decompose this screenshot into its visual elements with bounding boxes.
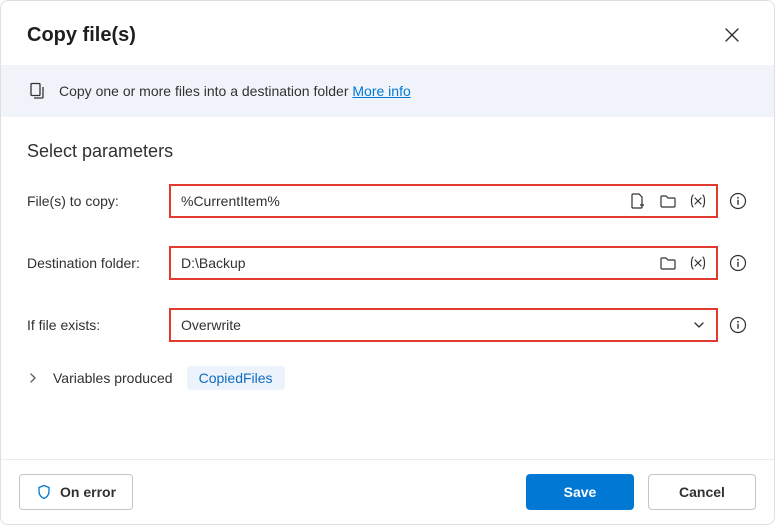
field-destination: Destination folder: xyxy=(27,246,748,280)
if-exists-value: Overwrite xyxy=(181,317,241,333)
close-icon xyxy=(725,28,739,42)
on-error-button[interactable]: On error xyxy=(19,474,133,510)
chevron-right-icon[interactable] xyxy=(27,372,39,384)
files-to-copy-input-wrap xyxy=(169,184,718,218)
copy-files-dialog: Copy file(s) Copy one or more files into… xyxy=(0,0,775,525)
dialog-header: Copy file(s) xyxy=(1,1,774,65)
cancel-button[interactable]: Cancel xyxy=(648,474,756,510)
close-button[interactable] xyxy=(716,19,748,51)
field-if-exists: If file exists: Overwrite xyxy=(27,308,748,342)
select-file-icon[interactable] xyxy=(628,191,648,211)
variables-label: Variables produced xyxy=(53,370,173,386)
destination-input-wrap xyxy=(169,246,718,280)
variable-chip[interactable]: CopiedFiles xyxy=(187,366,285,390)
info-icon[interactable] xyxy=(728,253,748,273)
if-exists-label: If file exists: xyxy=(27,317,169,333)
destination-input[interactable] xyxy=(181,255,658,271)
if-exists-select[interactable]: Overwrite xyxy=(169,308,718,342)
copy-icon xyxy=(27,81,47,101)
section-title: Select parameters xyxy=(27,141,748,162)
folder-icon[interactable] xyxy=(658,253,678,273)
info-icon[interactable] xyxy=(728,315,748,335)
save-button[interactable]: Save xyxy=(526,474,634,510)
shield-icon xyxy=(36,484,52,500)
variable-icon[interactable] xyxy=(688,191,708,211)
files-to-copy-input[interactable] xyxy=(181,193,628,209)
variables-row: Variables produced CopiedFiles xyxy=(27,366,748,390)
more-info-link[interactable]: More info xyxy=(352,83,410,99)
dialog-body: Select parameters File(s) to copy: xyxy=(1,117,774,459)
dialog-title: Copy file(s) xyxy=(27,24,136,47)
dialog-footer: On error Save Cancel xyxy=(1,459,774,524)
chevron-down-icon xyxy=(692,318,706,332)
info-banner: Copy one or more files into a destinatio… xyxy=(1,65,774,117)
info-icon[interactable] xyxy=(728,191,748,211)
destination-label: Destination folder: xyxy=(27,255,169,271)
banner-text: Copy one or more files into a destinatio… xyxy=(59,83,411,99)
folder-icon[interactable] xyxy=(658,191,678,211)
variable-icon[interactable] xyxy=(688,253,708,273)
files-to-copy-label: File(s) to copy: xyxy=(27,193,169,209)
field-files-to-copy: File(s) to copy: xyxy=(27,184,748,218)
